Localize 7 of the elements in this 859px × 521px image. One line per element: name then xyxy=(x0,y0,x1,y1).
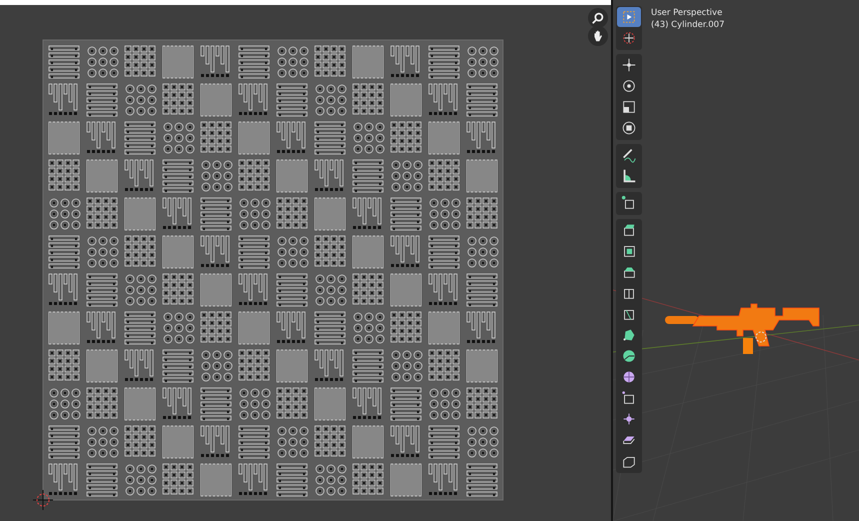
object-name: (43) Cylinder.007 xyxy=(651,19,724,31)
zoom-icon[interactable] xyxy=(588,8,608,28)
dashed-box-icon[interactable] xyxy=(617,7,641,27)
cursor-icon[interactable] xyxy=(32,490,54,510)
3d-cursor-icon xyxy=(756,332,766,342)
view-title: User Perspective xyxy=(651,7,724,19)
hand-icon[interactable] xyxy=(588,26,608,46)
